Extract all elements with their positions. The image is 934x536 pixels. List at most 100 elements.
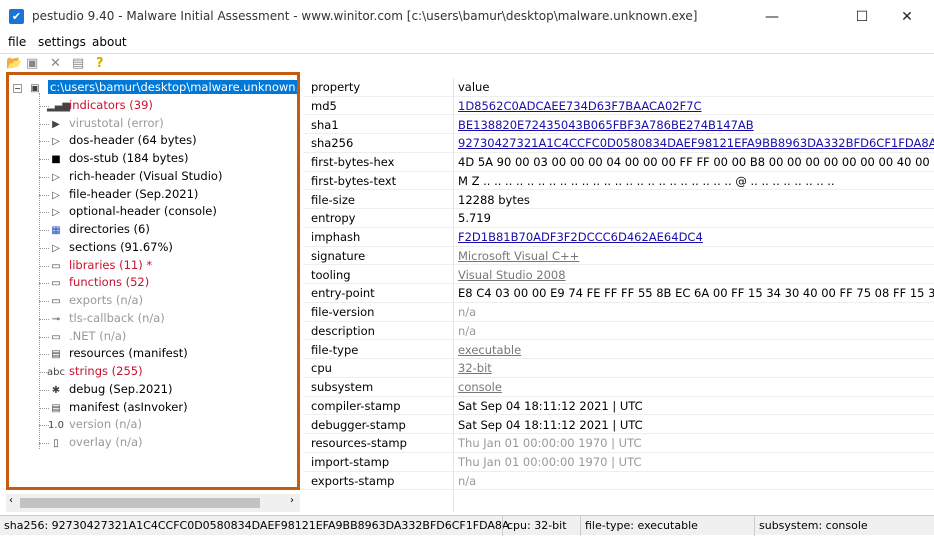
tree-item-label: version (n/a) bbox=[69, 417, 142, 432]
property-value: n/a bbox=[458, 473, 477, 488]
property-name: imphash bbox=[311, 230, 361, 244]
property-value[interactable]: console bbox=[458, 378, 502, 396]
menu-settings[interactable]: settings bbox=[38, 35, 86, 49]
property-value[interactable]: Visual Studio 2008 bbox=[458, 266, 566, 284]
property-value[interactable]: Microsoft Visual C++ bbox=[458, 247, 579, 265]
table-row[interactable]: file-version n/a bbox=[303, 303, 934, 322]
tree-root[interactable]: − ▣ c:\users\bamur\desktop\malware.unknown… bbox=[13, 79, 297, 96]
table-header: property value bbox=[303, 78, 934, 97]
table-row[interactable]: compiler-stamp Sat Sep 04 18:11:12 2021 |… bbox=[303, 397, 934, 416]
tree-item[interactable]: ▭ libraries (11) * bbox=[47, 257, 152, 274]
menu-file[interactable]: file bbox=[8, 35, 26, 49]
tree-item-label: libraries (11) * bbox=[69, 257, 153, 272]
table-row[interactable]: description n/a bbox=[303, 322, 934, 341]
tree-item[interactable]: ▶ virustotal (error) bbox=[47, 115, 164, 132]
tree-item[interactable]: ▷ rich-header (Visual Studio) bbox=[47, 168, 222, 185]
property-value[interactable]: 92730427321A1C4CCFC0D0580834DAEF98121EFA… bbox=[458, 134, 934, 152]
table-row[interactable]: sha256 92730427321A1C4CCFC0D0580834DAEF98… bbox=[303, 134, 934, 153]
tree-item[interactable]: ▭ functions (52) bbox=[47, 274, 149, 291]
property-value[interactable]: 1D8562C0ADCAEE734D63F7BAACA02F7C bbox=[458, 97, 702, 115]
table-row[interactable]: first-bytes-text M Z .. .. .. .. .. .. ..… bbox=[303, 172, 934, 191]
table-row[interactable]: subsystem console bbox=[303, 378, 934, 397]
tree-item[interactable]: abc strings (255) bbox=[47, 363, 143, 380]
property-name: file-type bbox=[311, 342, 359, 357]
resources-icon: ▤ bbox=[51, 349, 61, 361]
table-row[interactable]: sha1 BE138820E72435043B065FBF3A786BE274B1… bbox=[303, 116, 934, 135]
library-icon: ▭ bbox=[51, 260, 61, 272]
exe-icon: ▣ bbox=[30, 83, 40, 94]
property-value[interactable]: executable bbox=[458, 341, 521, 359]
property-value: E8 C4 03 00 00 E9 74 FE FF FF 55 8B EC 6… bbox=[458, 286, 934, 301]
menu-bar: file settings about bbox=[0, 33, 934, 51]
clipboard-icon[interactable]: ▤ bbox=[72, 56, 84, 71]
virustotal-icon: ▶ bbox=[52, 118, 60, 130]
table-row[interactable]: first-bytes-hex 4D 5A 90 00 03 00 00 00 0… bbox=[303, 153, 934, 172]
minimize-button[interactable]: — bbox=[749, 4, 795, 30]
tree-item[interactable]: ▯ overlay (n/a) bbox=[47, 434, 143, 451]
table-row[interactable]: exports-stamp n/a bbox=[303, 472, 934, 491]
tree-item-label: debug (Sep.2021) bbox=[69, 381, 173, 396]
exports-icon: ▭ bbox=[51, 296, 61, 307]
scroll-left-icon[interactable]: ‹ bbox=[9, 495, 13, 506]
property-name: compiler-stamp bbox=[311, 398, 401, 413]
property-value[interactable]: BE138820E72435043B065FBF3A786BE274B147AB bbox=[458, 116, 754, 134]
tree-item-label: dos-header (64 bytes) bbox=[69, 133, 197, 148]
status-bar: sha256: 92730427321A1C4CCFC0D0580834DAEF… bbox=[0, 515, 934, 536]
table-row[interactable]: entry-point E8 C4 03 00 00 E9 74 FE FF FF… bbox=[303, 284, 934, 303]
property-value: value bbox=[458, 80, 490, 94]
abc-icon: abc bbox=[47, 367, 65, 378]
tree-item[interactable]: ⊸ tls-callback (n/a) bbox=[47, 310, 165, 327]
tree-item[interactable]: ▷ sections (91.67%) bbox=[47, 239, 173, 256]
tree-item[interactable]: 1.0 version (n/a) bbox=[47, 416, 142, 433]
scroll-right-icon[interactable]: › bbox=[290, 495, 294, 506]
horizontal-scrollbar[interactable]: ‹ › bbox=[6, 494, 300, 512]
table-row[interactable]: entropy 5.719 bbox=[303, 209, 934, 228]
close-button[interactable]: ✕ bbox=[884, 4, 930, 30]
property-name: sha256 bbox=[311, 136, 354, 151]
tree-item[interactable]: ▤ resources (manifest) bbox=[47, 345, 187, 362]
tree-view: − ▣ c:\users\bamur\desktop\malware.unknown… bbox=[6, 72, 300, 490]
title-bar: ✔ pestudio 9.40 - Malware Initial Assess… bbox=[0, 0, 934, 33]
tree-item-label: functions (52) bbox=[69, 275, 150, 290]
property-value: M Z .. .. .. .. .. .. .. .. .. .. .. .. … bbox=[458, 173, 835, 188]
tree-item[interactable]: ▷ file-header (Sep.2021) bbox=[47, 186, 198, 203]
collapse-icon[interactable]: − bbox=[13, 84, 22, 93]
table-row[interactable]: debugger-stamp Sat Sep 04 18:11:12 2021 |… bbox=[303, 416, 934, 435]
scroll-thumb[interactable] bbox=[20, 498, 260, 508]
table-row[interactable]: signature Microsoft Visual C++ bbox=[303, 247, 934, 266]
save-icon[interactable]: ▣ bbox=[26, 56, 38, 71]
table-row[interactable]: import-stamp Thu Jan 01 00:00:00 1970 | U… bbox=[303, 453, 934, 472]
triangle-icon: ▷ bbox=[52, 171, 60, 183]
tree-item[interactable]: ▂▄▆indicators (39) bbox=[47, 97, 153, 114]
tree-item[interactable]: ✱ debug (Sep.2021) bbox=[47, 381, 173, 398]
table-row[interactable]: md5 1D8562C0ADCAEE734D63F7BAACA02F7C bbox=[303, 97, 934, 116]
property-name: property bbox=[311, 80, 361, 94]
open-icon[interactable]: 📂 bbox=[6, 56, 22, 71]
version-icon: 1.0 bbox=[48, 420, 64, 432]
tree-item-label: file-header (Sep.2021) bbox=[69, 186, 199, 201]
toolbar: 📂 ▣ ✕ ▤ ? bbox=[0, 53, 934, 71]
table-row[interactable]: imphash F2D1B81B70ADF3F2DCCC6D462AE64DC4 bbox=[303, 228, 934, 247]
property-value[interactable]: 32-bit bbox=[458, 359, 492, 377]
tree-item-label: overlay (n/a) bbox=[69, 435, 143, 449]
property-value[interactable]: F2D1B81B70ADF3F2DCCC6D462AE64DC4 bbox=[458, 228, 703, 246]
tree-item-label: virustotal (error) bbox=[69, 115, 164, 130]
table-row[interactable]: file-size 12288 bytes bbox=[303, 191, 934, 210]
tree-item[interactable]: ▷ dos-header (64 bytes) bbox=[47, 132, 197, 149]
delete-icon[interactable]: ✕ bbox=[50, 56, 61, 71]
tree-item[interactable]: ▤ manifest (asInvoker) bbox=[47, 399, 187, 416]
tree-item[interactable]: ▭ .NET (n/a) bbox=[47, 328, 126, 345]
help-icon[interactable]: ? bbox=[96, 56, 104, 71]
maximize-button[interactable]: ☐ bbox=[839, 4, 885, 30]
tree-line bbox=[39, 93, 40, 449]
tree-item[interactable]: ▷ optional-header (console) bbox=[47, 203, 217, 220]
table-row[interactable]: cpu 32-bit bbox=[303, 359, 934, 378]
table-row[interactable]: resources-stamp Thu Jan 01 00:00:00 1970 … bbox=[303, 434, 934, 453]
table-row[interactable]: file-type executable bbox=[303, 341, 934, 360]
property-value: 4D 5A 90 00 03 00 00 00 04 00 00 00 FF F… bbox=[458, 155, 934, 169]
table-row[interactable]: tooling Visual Studio 2008 bbox=[303, 266, 934, 285]
tree-item[interactable]: ■ dos-stub (184 bytes) bbox=[47, 150, 188, 167]
tree-item[interactable]: ▦ directories (6) bbox=[47, 221, 150, 238]
tree-item[interactable]: ▭ exports (n/a) bbox=[47, 292, 143, 309]
menu-about[interactable]: about bbox=[92, 35, 127, 49]
